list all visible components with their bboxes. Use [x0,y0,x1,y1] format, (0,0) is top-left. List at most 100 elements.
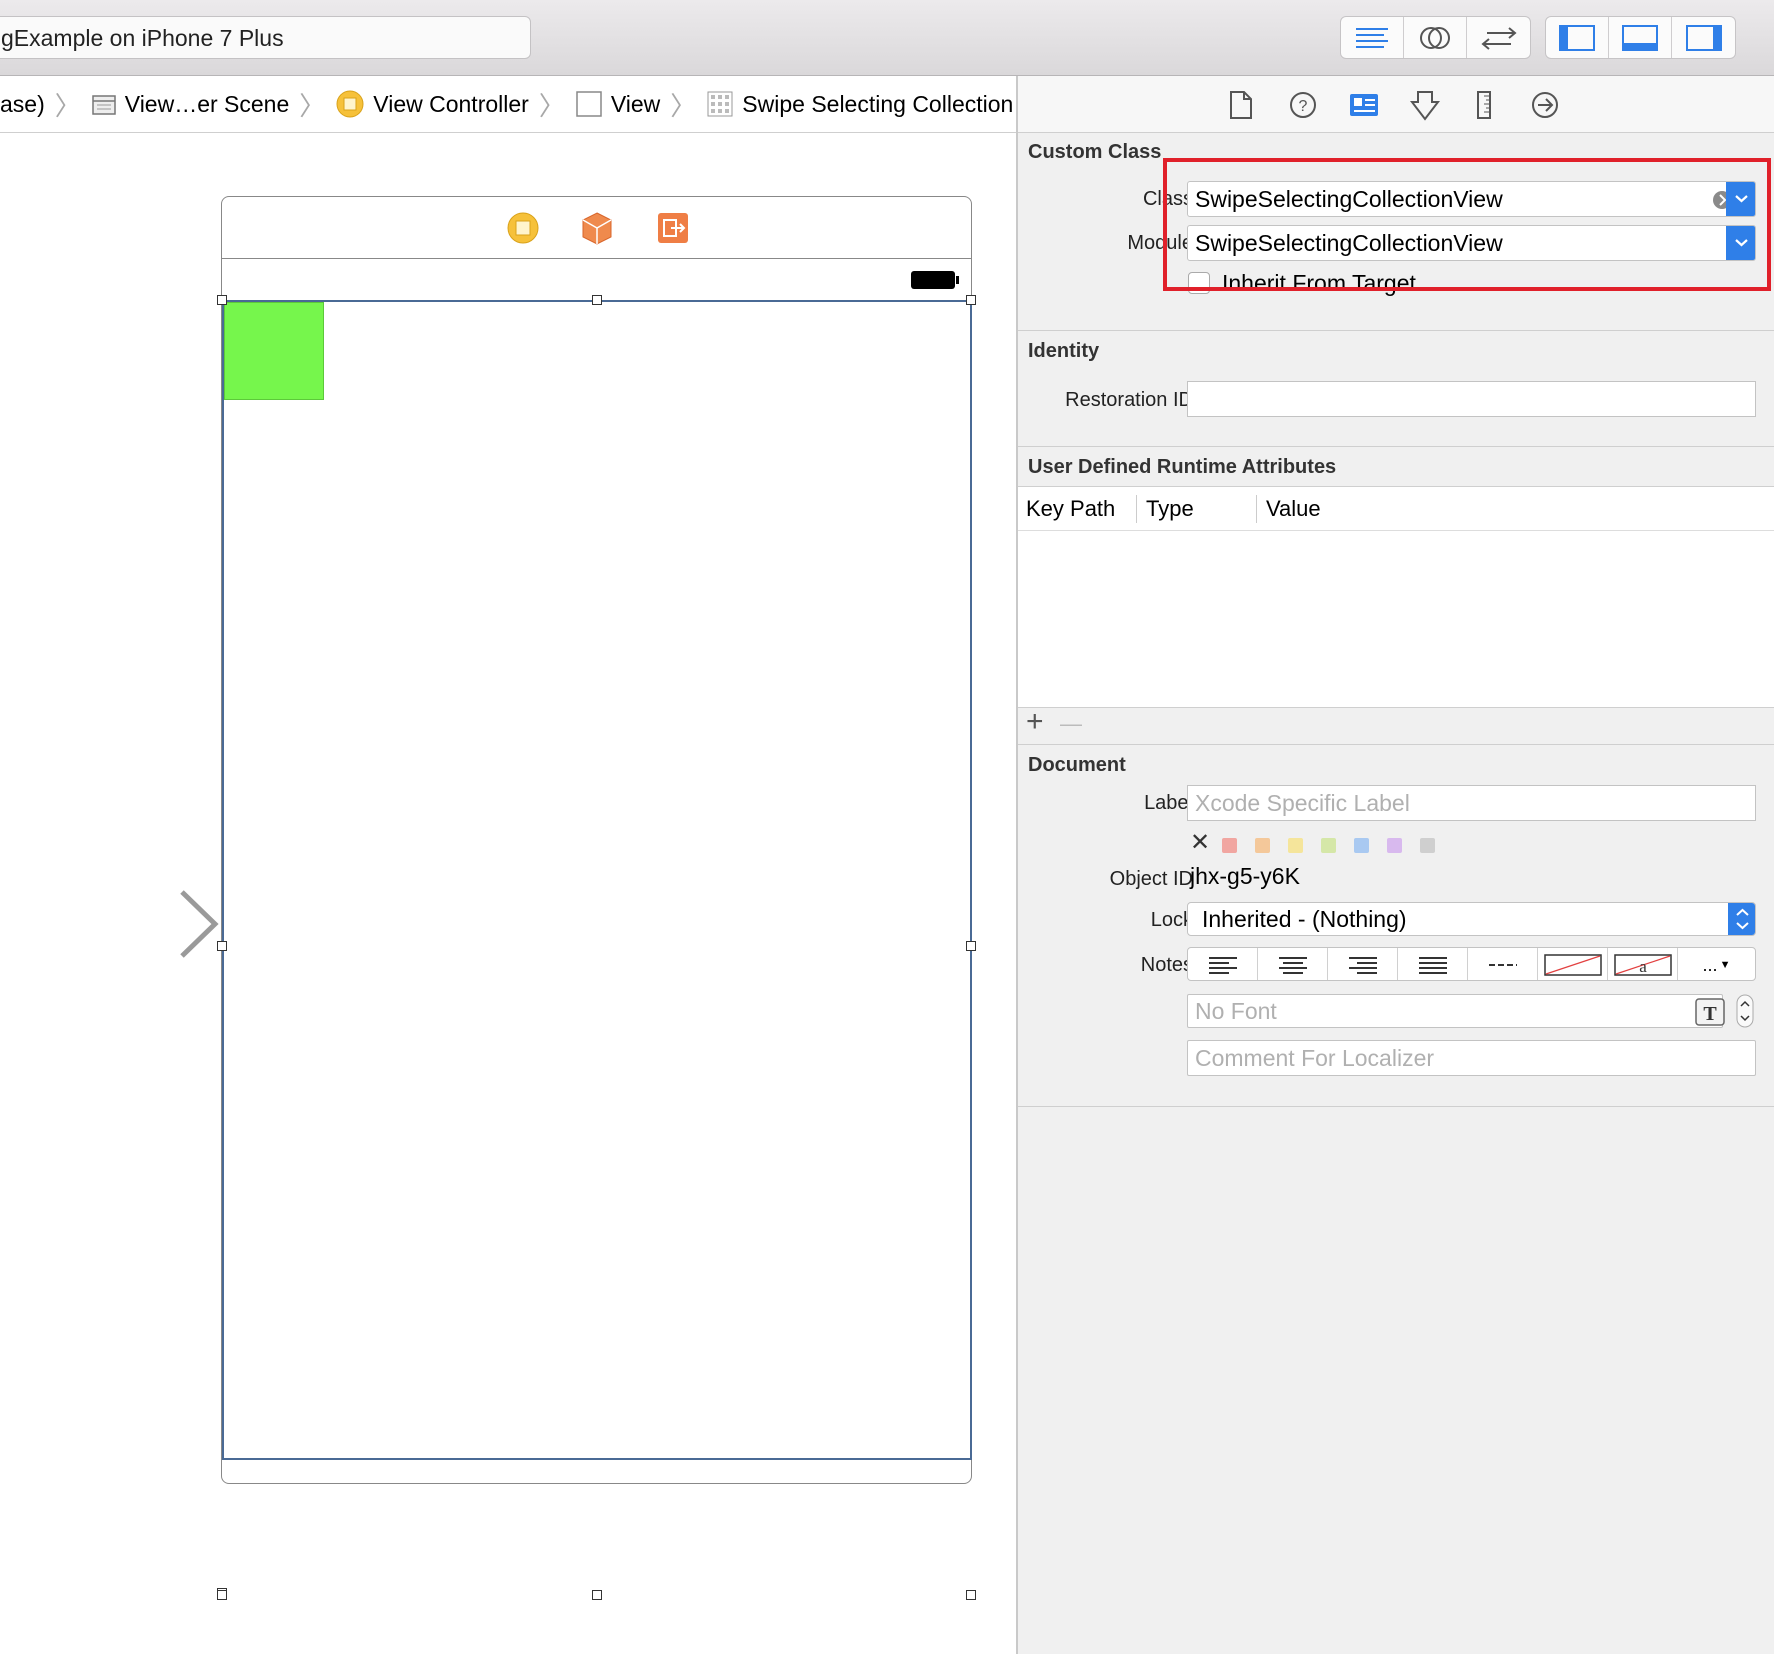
font-picker-icon[interactable]: T [1695,998,1725,1026]
restoration-id-label: Restoration ID [1065,389,1193,411]
svg-text:a: a [1639,957,1647,976]
resize-handle[interactable] [592,295,602,305]
utilities-toggle-button[interactable] [1672,17,1735,58]
resize-handle[interactable] [592,1590,602,1600]
identity-inspector-icon[interactable] [1348,90,1380,120]
collection-view-icon [707,91,733,117]
runtime-attributes-heading: User Defined Runtime Attributes [1028,456,1337,478]
object-id-label: Object ID [1109,868,1193,890]
column-header-key-path[interactable]: Key Path [1026,487,1115,530]
entry-point-arrow-icon[interactable] [20,890,220,960]
status-bar [222,259,971,300]
comment-for-localizer-field[interactable]: Comment For Localizer [1187,1040,1756,1076]
window-toolbar: gExample on iPhone 7 Plus [0,0,1774,76]
scheme-selector[interactable]: gExample on iPhone 7 Plus [0,16,531,59]
label-color-swatch[interactable] [1255,838,1270,853]
inspector-tab-bar: ? [1018,76,1774,133]
version-editor-button[interactable] [1467,17,1530,58]
text-color-swatch-icon: a [1613,954,1672,976]
breadcrumb-label: ase) [0,90,45,117]
navigator-toggle-button[interactable] [1546,17,1609,58]
view-controller-icon [336,90,364,118]
first-responder-icon[interactable] [580,211,614,245]
quick-help-icon[interactable]: ? [1288,90,1318,120]
chevron-right-icon: 〉 [54,90,81,121]
runtime-attributes-table[interactable]: Key Path Type Value [1018,486,1774,708]
breadcrumb-item[interactable]: ase) [0,91,49,118]
font-size-stepper-icon[interactable] [1736,994,1754,1028]
svg-text:?: ? [1299,98,1308,115]
exit-icon[interactable] [656,211,690,245]
object-id-value: jhx-g5-y6K [1190,863,1300,889]
remove-attribute-button[interactable]: — [1060,707,1082,741]
scene-dock [222,197,971,259]
custom-class-heading: Custom Class [1028,141,1162,163]
file-inspector-icon[interactable] [1228,90,1254,120]
notes-format-control: a ... ▼ [1187,947,1756,981]
resize-handle[interactable] [966,941,976,951]
column-header-type[interactable]: Type [1146,487,1194,530]
resize-handle[interactable] [217,295,227,305]
jump-bar: ase) 〉 View…er Scene 〉 View Controller 〉… [0,76,1016,133]
label-label: Label [1144,792,1193,814]
breadcrumb-label: View [610,90,661,117]
connections-inspector-icon[interactable] [1530,90,1560,120]
natural-alignment-button[interactable] [1468,948,1538,980]
resize-handle[interactable] [966,295,976,305]
debug-area-toggle-button[interactable] [1609,17,1672,58]
more-label: ... [1702,954,1718,975]
breadcrumb-label: View Controller [373,90,529,117]
text-color-button[interactable] [1538,948,1608,980]
assistant-editor-button[interactable] [1404,17,1467,58]
attributes-inspector-icon[interactable] [1410,90,1440,122]
breadcrumb-item-view[interactable]: View [571,90,664,118]
resize-handle[interactable] [966,1590,976,1600]
align-center-button[interactable] [1258,948,1328,980]
triangle-down-icon: ▼ [1719,959,1731,971]
xcode-label-field[interactable]: Xcode Specific Label [1187,785,1756,821]
highlight-box [1163,158,1771,291]
label-color-swatch[interactable] [1321,838,1336,853]
storyboard-canvas[interactable] [0,133,1016,1654]
table-header: Key Path Type Value [1018,487,1774,531]
label-color-swatch[interactable] [1222,838,1237,853]
swipe-selecting-collection-view[interactable] [222,300,972,1460]
no-color-swatch-icon [1543,954,1602,976]
font-field[interactable]: No Font [1187,994,1723,1028]
notes-label: Notes [1140,954,1193,976]
breadcrumb-item-view-controller[interactable]: View Controller [331,89,533,119]
standard-editor-button[interactable] [1341,17,1404,58]
align-left-button[interactable] [1188,948,1258,980]
breadcrumb-label: Swipe Selecting Collection View [742,90,1016,117]
column-header-value[interactable]: Value [1266,487,1321,530]
resize-handle[interactable] [217,1590,227,1600]
label-color-swatch[interactable] [1354,838,1369,853]
restoration-id-field[interactable] [1187,381,1756,417]
justify-button[interactable] [1398,948,1468,980]
collection-view-cell[interactable] [224,302,324,400]
more-formatting-button[interactable]: ... ▼ [1678,948,1755,980]
standard-editor-icon [1356,27,1388,48]
align-center-icon [1278,957,1307,974]
breadcrumb-item-scene[interactable]: View…er Scene [87,91,294,118]
lock-popup-button[interactable]: Inherited - (Nothing) [1187,902,1756,936]
view-icon [576,91,602,117]
view-controller-icon[interactable] [506,211,540,245]
resize-handle[interactable] [217,941,227,951]
align-right-icon [1348,957,1377,974]
utilities-inspector: ? Custom Class Class SwipeSelectingColle… [1018,76,1774,1654]
lock-stepper[interactable] [1728,903,1755,935]
column-divider [1136,495,1137,523]
label-color-swatch[interactable] [1387,838,1402,853]
label-color-swatch[interactable] [1288,838,1303,853]
background-color-button[interactable]: a [1608,948,1678,980]
size-inspector-icon[interactable] [1474,90,1494,120]
add-attribute-button[interactable]: + [1026,705,1044,739]
breadcrumb-item-collection-view[interactable]: Swipe Selecting Collection View [702,90,1016,118]
column-divider [1256,495,1257,523]
identity-heading: Identity [1028,340,1100,362]
scene-icon [92,95,116,115]
label-color-swatch[interactable] [1420,838,1435,853]
align-right-button[interactable] [1328,948,1398,980]
clear-label-button[interactable]: ✕ [1190,828,1210,857]
